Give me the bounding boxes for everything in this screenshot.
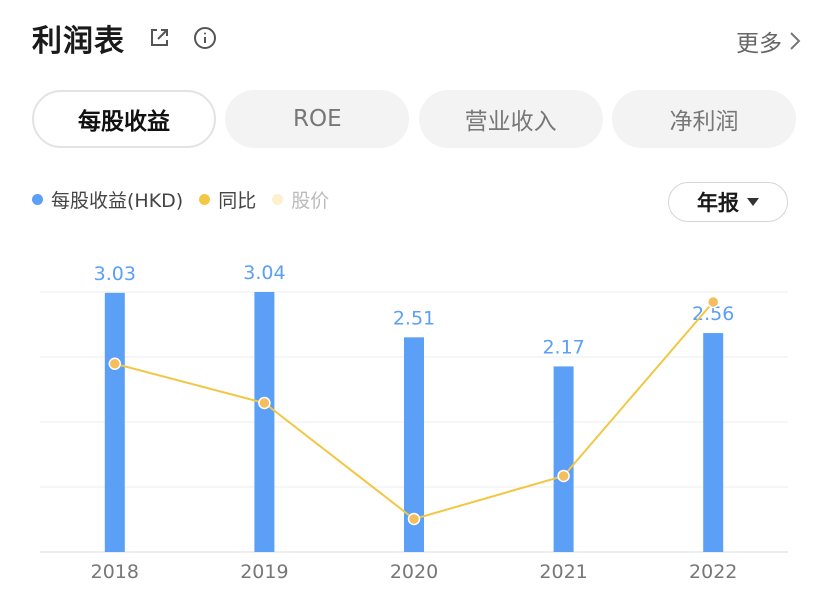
period-label: 年报 [697,191,739,215]
external-link-icon[interactable] [147,26,171,50]
legend-item-yoy[interactable]: 同比 [199,186,256,213]
yoy-point-2019 [258,396,271,410]
x-tick-label: 2019 [240,561,288,583]
tab-revenue[interactable]: 营业收入 [418,90,603,148]
yoy-point-2018 [108,357,122,370]
x-tick-label: 2021 [539,561,587,583]
bar-2019 [254,292,275,552]
more-label: 更多 [736,31,782,57]
x-tick-label: 2022 [689,561,737,583]
chevron-right-icon [790,32,801,50]
legend-label-price: 股价 [291,190,330,212]
legend-dot-price [272,194,284,205]
yoy-point-2020 [407,512,421,526]
legend-dot-yoy [199,194,211,205]
page-title: 利润表 [32,24,125,59]
metric-tabs: 每股收益 ROE 营业收入 净利润 [32,90,796,148]
bar-value-label: 2.51 [393,307,435,329]
info-icon[interactable] [193,26,217,50]
tab-roe[interactable]: ROE [225,90,410,148]
bar-value-label: 3.03 [94,263,136,285]
eps-chart: 3.03 3.042.512.172.562018 2019 2020 2021 2022 [40,262,788,583]
x-tick-label: 2020 [390,561,438,583]
x-tick-label: 2018 [91,561,139,583]
legend-label-yoy: 同比 [218,190,257,212]
header: 利润表 更多 [32,14,802,62]
bar-2021 [553,366,574,552]
bar-value-label: 3.04 [243,262,285,284]
legend-label-eps: 每股收益(HKD) [51,190,184,212]
bar-value-label: 2.17 [542,336,584,358]
bar-2022 [703,333,724,552]
chart-legend: 每股收益(HKD) 同比 股价 [32,186,345,213]
more-link[interactable]: 更多 [736,24,802,58]
yoy-point-2022 [706,295,720,309]
caret-down-icon [747,198,759,206]
tab-net-profit[interactable]: 净利润 [611,90,796,148]
period-select[interactable]: 年报 [668,182,788,222]
legend-dot-eps [32,194,43,205]
legend-item-price[interactable]: 股价 [272,186,329,213]
bar-2018 [104,292,125,552]
legend-item-eps[interactable]: 每股收益(HKD) [32,186,183,213]
tab-eps[interactable]: 每股收益 [32,90,216,148]
yoy-point-2021 [557,469,570,483]
